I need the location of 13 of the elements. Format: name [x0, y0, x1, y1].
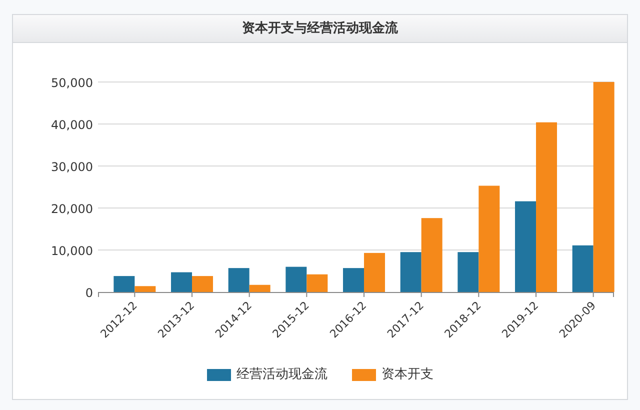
y-tick-label: 20,000 — [51, 202, 93, 216]
y-tick-label: 40,000 — [51, 118, 93, 132]
y-tick-label: 0 — [85, 286, 93, 300]
bar — [171, 272, 192, 292]
y-tick-label: 50,000 — [51, 76, 93, 90]
legend-label: 经营活动现金流 — [236, 366, 328, 384]
bar — [306, 274, 328, 292]
bar — [192, 276, 213, 292]
legend-label: 资本开支 — [382, 366, 434, 384]
panel-title: 资本开支与经营活动现金流 — [242, 20, 398, 38]
bar — [286, 266, 307, 292]
y-tick-label: 30,000 — [51, 160, 93, 174]
y-tick-label: 10,000 — [51, 244, 93, 258]
